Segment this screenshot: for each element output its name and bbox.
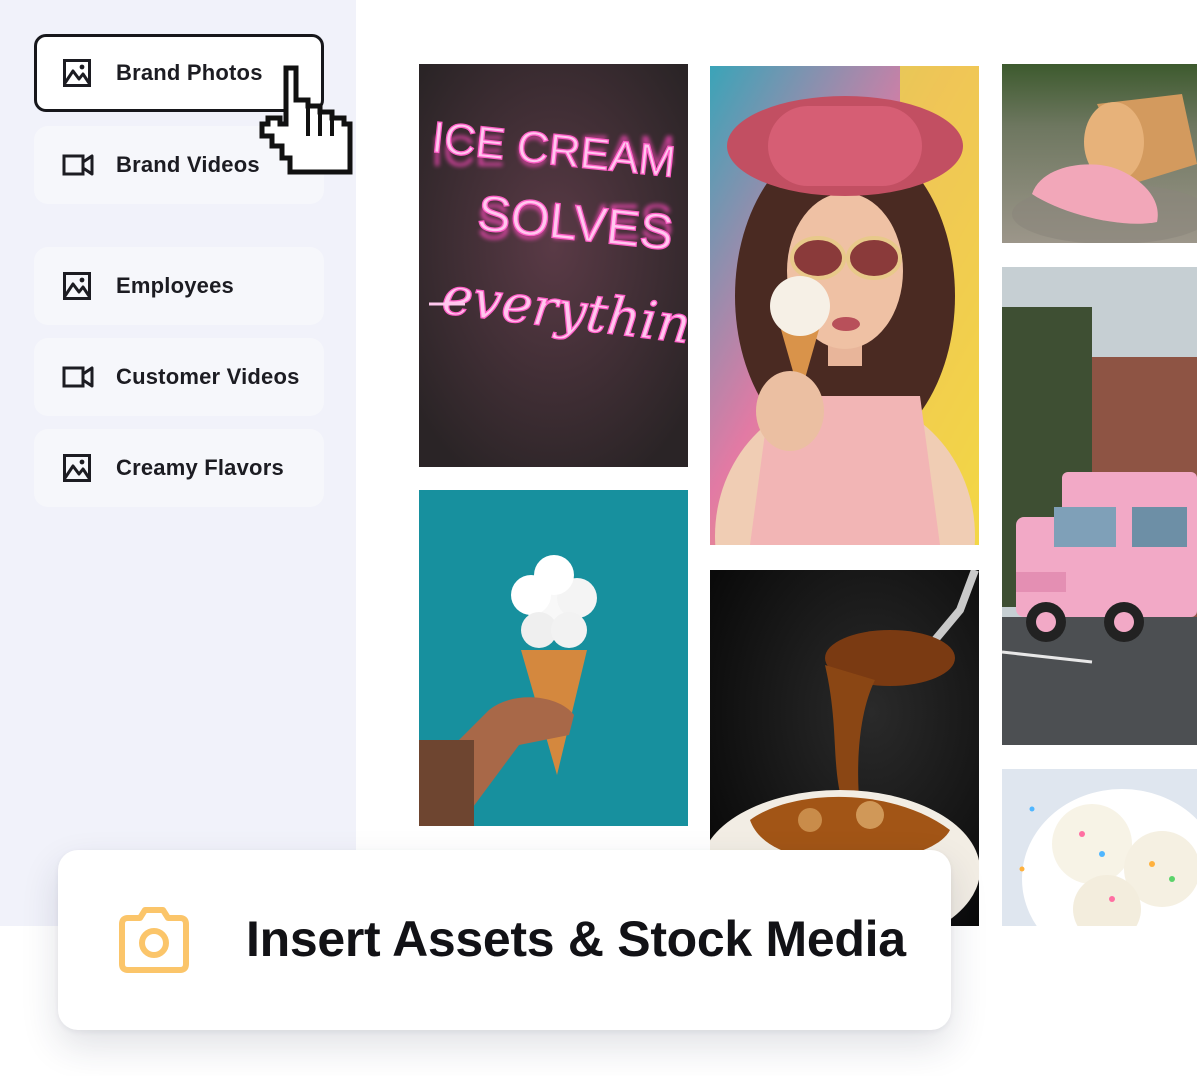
camera-icon [116, 904, 192, 979]
sidebar-item-label: Brand Videos [116, 152, 260, 177]
cloud-cone-photo[interactable] [419, 490, 688, 826]
sidebar-item-customer-videos[interactable]: Customer Videos [34, 338, 324, 416]
image-icon [62, 271, 92, 301]
sprinkle-scoops-photo[interactable] [1002, 769, 1197, 926]
neon-sign-photo[interactable]: ICE CREAM SOLVES ICE CREAM SOLVES everyt… [419, 64, 688, 467]
image-icon [62, 453, 92, 483]
image-icon [62, 58, 92, 88]
sidebar-item-creamy-flavors[interactable]: Creamy Flavors [34, 429, 324, 507]
insert-assets-banner: Insert Assets & Stock Media [58, 850, 951, 1030]
video-icon [62, 364, 94, 390]
dropped-cone-photo[interactable] [1002, 64, 1197, 243]
pink-truck-photo[interactable] [1002, 267, 1197, 745]
sidebar-item-label: Creamy Flavors [116, 455, 284, 480]
sidebar-item-label: Customer Videos [116, 364, 300, 389]
woman-ice-cream-photo[interactable] [710, 66, 979, 545]
banner-title: Insert Assets & Stock Media [246, 911, 906, 967]
sidebar-item-label: Employees [116, 273, 234, 298]
sidebar-item-employees[interactable]: Employees [34, 247, 324, 325]
hand-pointer-cursor-icon [256, 62, 356, 185]
video-icon [62, 152, 94, 178]
sidebar-item-label: Brand Photos [116, 60, 263, 85]
